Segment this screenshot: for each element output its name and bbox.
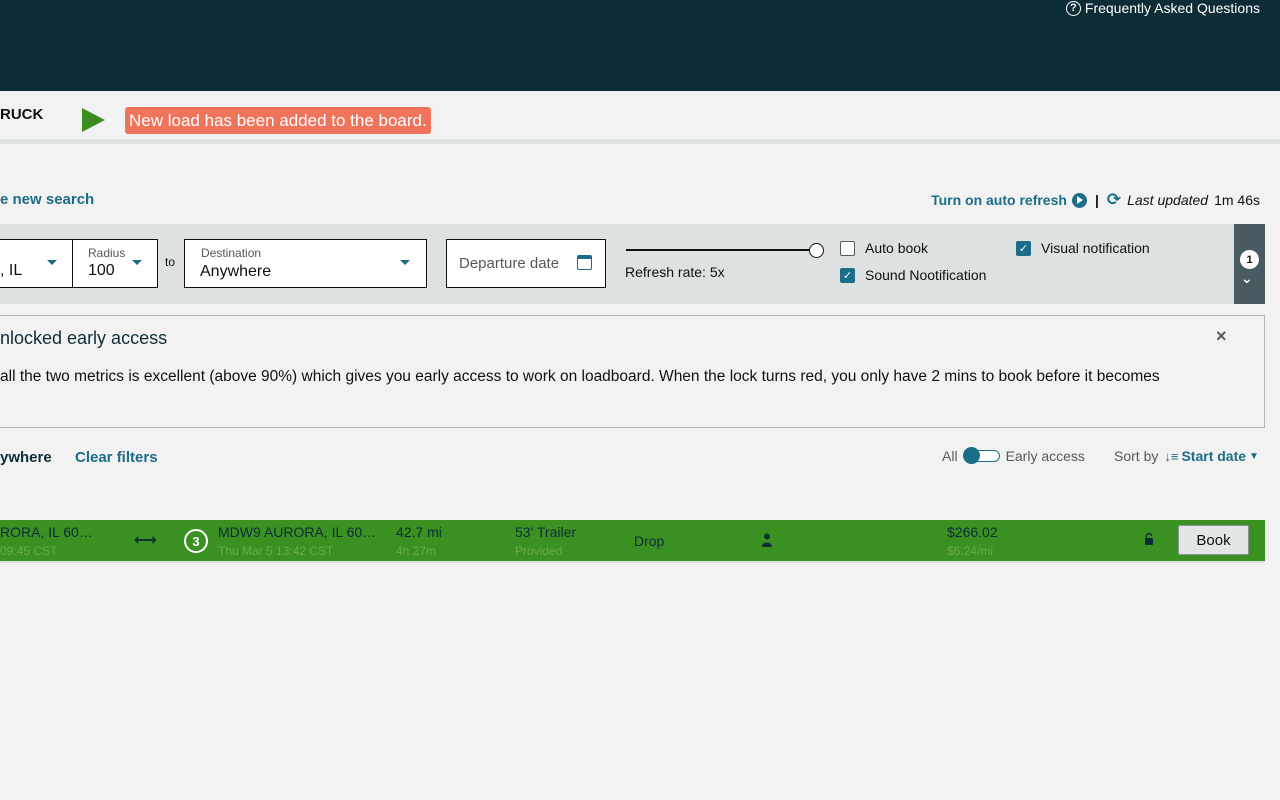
auto-book-checkbox[interactable]: Auto book: [840, 240, 928, 256]
radius-value: 100: [88, 262, 115, 279]
last-updated-value: 1m 46s: [1214, 192, 1260, 208]
sync-icon[interactable]: ⟳: [1107, 190, 1121, 210]
sort-icon: ↓≡: [1164, 448, 1179, 464]
load-equipment-sub: Provided: [515, 544, 563, 558]
active-filter-chip[interactable]: ywhere: [0, 449, 52, 466]
checkbox-unchecked-icon[interactable]: [840, 240, 855, 256]
sort-value: Start date: [1181, 448, 1247, 464]
chevron-down-icon[interactable]: [400, 260, 410, 265]
load-equipment: 53' Trailer: [515, 524, 577, 540]
truck-label: RUCK: [0, 106, 44, 123]
load-price: $266.02: [947, 524, 998, 540]
new-load-toast: New load has been added to the board.: [125, 107, 431, 134]
checkbox-checked-icon[interactable]: ✓: [840, 267, 855, 283]
swap-arrow-icon: ⟷: [134, 532, 157, 549]
driver-icon: [762, 533, 772, 547]
early-access-toggle[interactable]: [962, 447, 1000, 464]
load-destination: MDW9 AURORA, IL 60…: [218, 524, 377, 540]
calendar-icon[interactable]: [577, 255, 592, 270]
sound-notification-label: Sound Nootification: [865, 267, 987, 283]
play-circle-icon: [1071, 192, 1087, 208]
book-button[interactable]: Book: [1178, 525, 1249, 555]
origin-value: , IL: [0, 262, 23, 279]
last-updated-label: Last updated: [1127, 192, 1209, 208]
play-icon[interactable]: [82, 108, 105, 132]
caret-down-icon: ▼: [1249, 450, 1259, 462]
chevron-down-icon[interactable]: ⌄: [1241, 270, 1253, 287]
slider-thumb[interactable]: [809, 243, 824, 258]
load-type: Drop: [634, 533, 665, 549]
toggle-knob: [962, 447, 980, 464]
auto-refresh-button[interactable]: Turn on auto refresh: [931, 192, 1087, 208]
banner-text: all the two metrics is excellent (above …: [0, 368, 1160, 385]
sort-dropdown[interactable]: ↓≡ Start date ▼: [1164, 448, 1259, 464]
toggle-all-label: All: [942, 448, 958, 464]
destination-label: Destination: [201, 246, 262, 260]
radius-label: Radius: [88, 246, 126, 260]
load-origin: RORA, IL 60…: [0, 524, 93, 540]
auto-refresh-label: Turn on auto refresh: [931, 192, 1067, 208]
faq-label: Frequently Asked Questions: [1084, 0, 1260, 16]
refresh-rate-label: Refresh rate: 5x: [625, 264, 725, 280]
sound-notification-checkbox[interactable]: ✓ Sound Nootification: [840, 267, 986, 283]
auto-book-label: Auto book: [865, 240, 929, 256]
separator: |: [1094, 192, 1099, 208]
stops-badge: 3: [184, 529, 208, 553]
faq-link[interactable]: ? Frequently Asked Questions: [1065, 0, 1260, 16]
new-search-link[interactable]: e new search: [0, 191, 94, 208]
clear-filters-link[interactable]: Clear filters: [75, 449, 158, 466]
close-icon[interactable]: ×: [1216, 326, 1227, 347]
refresh-rate-slider[interactable]: [626, 249, 816, 251]
visual-notification-label: Visual notification: [1041, 240, 1150, 256]
question-icon: ?: [1065, 0, 1081, 16]
sort-row: Sort by ↓≡ Start date ▼: [1114, 448, 1259, 464]
chevron-down-icon[interactable]: [47, 260, 57, 265]
early-access-toggle-row: All Early access: [942, 447, 1085, 464]
destination-value: Anywhere: [200, 263, 272, 280]
checkbox-checked-icon[interactable]: ✓: [1016, 240, 1031, 256]
sort-label: Sort by: [1114, 448, 1159, 464]
load-destination-time: Thu Mar 5 13:42 CST: [218, 544, 334, 558]
filter-count-badge: 1: [1240, 250, 1259, 269]
departure-date-placeholder: Departure date: [459, 255, 560, 272]
refresh-row: Turn on auto refresh | ⟳ Last updated 1m…: [931, 190, 1260, 210]
toggle-early-access-label: Early access: [1005, 448, 1085, 464]
load-distance: 42.7 mi: [396, 524, 442, 540]
load-rate: $6.24/mi: [947, 544, 994, 558]
to-label: to: [165, 255, 176, 269]
chevron-down-icon[interactable]: [132, 260, 142, 265]
lock-open-icon: [1145, 533, 1153, 545]
banner-title: nlocked early access: [0, 328, 168, 348]
visual-notification-checkbox[interactable]: ✓ Visual notification: [1016, 240, 1150, 256]
load-origin-time: 09:45 CST: [0, 544, 58, 558]
load-duration: 4h 27m: [396, 544, 437, 558]
